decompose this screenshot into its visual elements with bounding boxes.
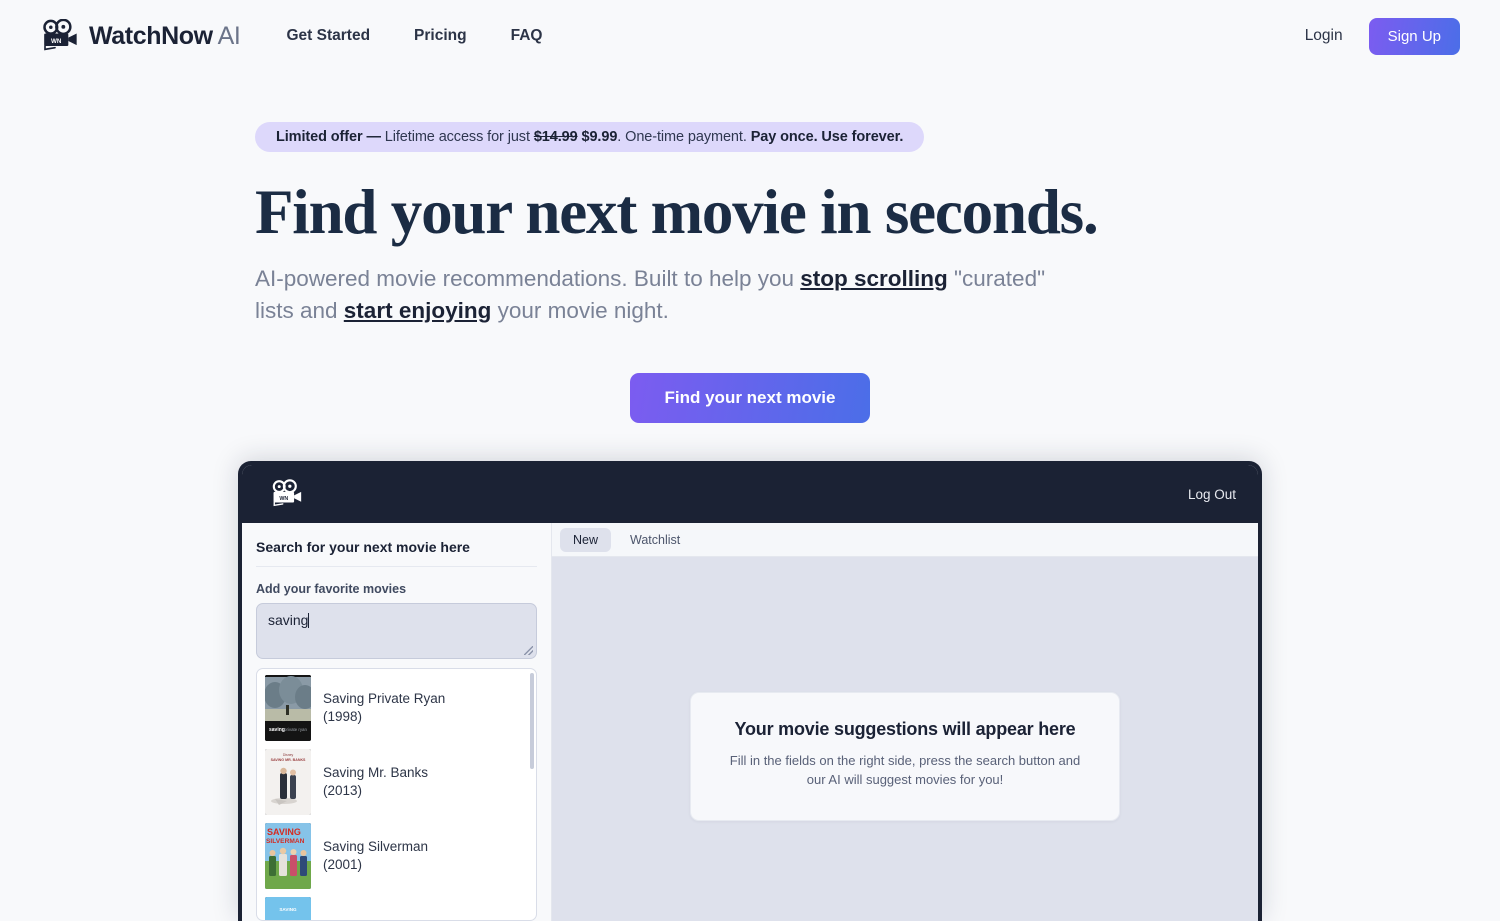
hero-link-start-enjoying[interactable]: start enjoying bbox=[344, 298, 492, 323]
empty-state-description: Fill in the fields on the right side, pr… bbox=[729, 753, 1081, 787]
list-item[interactable]: SAVING bbox=[257, 893, 536, 920]
suggestions-canvas: Your movie suggestions will appear here … bbox=[552, 557, 1258, 921]
svg-text:WN: WN bbox=[279, 496, 288, 502]
list-item[interactable]: saving private ryan Saving Private Ryan … bbox=[257, 669, 536, 745]
hero-link-stop-scrolling[interactable]: stop scrolling bbox=[800, 266, 948, 291]
movie-year: (1998) bbox=[323, 709, 363, 724]
tab-new[interactable]: New bbox=[560, 527, 612, 552]
search-field-label: Add your favorite movies bbox=[256, 582, 407, 596]
offer-lead-text: Lifetime access for just bbox=[384, 129, 530, 145]
svg-text:SILVERMAN: SILVERMAN bbox=[266, 838, 305, 845]
brand-logo-group[interactable]: WN WatchNow AI bbox=[40, 19, 241, 53]
empty-state-card: Your movie suggestions will appear here … bbox=[690, 692, 1120, 821]
app-header-bar: WN Log Out bbox=[242, 465, 1258, 523]
app-preview-window: WN Log Out Search for your next movie he… bbox=[238, 461, 1262, 921]
offer-mid-text: . One-time payment. bbox=[617, 129, 747, 145]
movie-camera-icon: WN bbox=[43, 19, 77, 51]
offer-badge-label: Limited offer bbox=[276, 129, 363, 145]
movie-camera-icon: WN bbox=[272, 479, 302, 507]
sign-up-button[interactable]: Sign Up bbox=[1368, 17, 1460, 55]
movie-poster-saving-private-ryan: saving private ryan bbox=[265, 675, 311, 741]
list-item[interactable]: Disney SAVING MR. BANKS Saving Mr. Banks… bbox=[257, 745, 536, 819]
hero-section: Limited offer — Lifetime access for just… bbox=[0, 72, 1500, 423]
movie-poster-partial: SAVING bbox=[265, 897, 311, 920]
top-navigation-bar: WN WatchNow AI Get Started Pricing FAQ Lo… bbox=[0, 0, 1500, 72]
find-next-movie-button[interactable]: Find your next movie bbox=[629, 372, 871, 423]
movie-suggestion-list: saving private ryan Saving Private Ryan … bbox=[256, 668, 537, 921]
app-sidebar: Search for your next movie here Add your… bbox=[242, 523, 552, 921]
nav-link-pricing[interactable]: Pricing bbox=[414, 27, 467, 45]
hero-sub-part-3: your movie night. bbox=[491, 297, 669, 323]
list-item[interactable]: SAVING SILVERMAN Saving Silverman (2001) bbox=[257, 819, 536, 893]
limited-offer-badge: Limited offer — Lifetime access for just… bbox=[255, 122, 925, 152]
offer-dash: — bbox=[366, 129, 381, 145]
offer-new-price: $9.99 bbox=[581, 129, 618, 145]
list-item-label: Saving Mr. Banks (2013) bbox=[323, 764, 428, 801]
svg-text:SAVING MR. BANKS: SAVING MR. BANKS bbox=[271, 758, 306, 762]
nav-actions: Login Sign Up bbox=[1305, 17, 1460, 55]
movie-title: Saving Silverman bbox=[323, 838, 429, 854]
search-input[interactable]: saving bbox=[256, 603, 537, 659]
movie-year: (2013) bbox=[323, 783, 363, 798]
app-preview-inner: WN Log Out Search for your next movie he… bbox=[242, 465, 1258, 921]
brand-name: WatchNow AI bbox=[89, 21, 241, 50]
svg-text:SAVING: SAVING bbox=[267, 827, 301, 837]
suggestion-list-scrollbar[interactable] bbox=[530, 673, 534, 769]
offer-old-price: $14.99 bbox=[533, 129, 578, 145]
nav-links: Get Started Pricing FAQ bbox=[286, 27, 542, 45]
textarea-resize-handle[interactable] bbox=[524, 646, 533, 655]
log-out-link[interactable]: Log Out bbox=[1188, 487, 1236, 502]
hero-subtitle: AI-powered movie recommendations. Built … bbox=[255, 263, 1055, 327]
page-title: Find your next movie in seconds. bbox=[255, 177, 1099, 247]
search-input-value: saving bbox=[268, 612, 309, 628]
movie-poster-saving-mr-banks: Disney SAVING MR. BANKS bbox=[265, 749, 311, 815]
svg-text:WN: WN bbox=[51, 38, 62, 45]
offer-tail-text: Pay once. Use forever. bbox=[750, 129, 904, 145]
svg-text:SAVING: SAVING bbox=[279, 907, 297, 912]
movie-year: (2001) bbox=[323, 857, 363, 872]
list-item-label: Saving Silverman (2001) bbox=[323, 838, 428, 875]
movie-poster-saving-silverman: SAVING SILVERMAN bbox=[265, 823, 311, 889]
app-main-panel: New Watchlist Your movie suggestions wil… bbox=[552, 523, 1258, 921]
login-link[interactable]: Login bbox=[1305, 27, 1343, 45]
nav-link-get-started[interactable]: Get Started bbox=[286, 27, 370, 45]
app-tab-bar: New Watchlist bbox=[552, 523, 1258, 557]
movie-title: Saving Private Ryan bbox=[323, 690, 446, 706]
text-caret bbox=[308, 613, 310, 628]
nav-link-faq[interactable]: FAQ bbox=[511, 27, 543, 45]
cta-container: Find your next movie bbox=[255, 372, 1245, 423]
tab-watchlist[interactable]: Watchlist bbox=[617, 528, 693, 552]
app-body: Search for your next movie here Add your… bbox=[242, 523, 1258, 921]
svg-text:Disney: Disney bbox=[283, 753, 294, 757]
list-item-label: Saving Private Ryan (1998) bbox=[323, 690, 445, 727]
empty-state-title: Your movie suggestions will appear here bbox=[734, 719, 1076, 739]
movie-title: Saving Mr. Banks bbox=[323, 764, 429, 780]
svg-text:saving: saving bbox=[269, 727, 285, 733]
svg-text:private ryan: private ryan bbox=[284, 727, 307, 732]
hero-sub-part-1: AI-powered movie recommendations. Built … bbox=[255, 265, 801, 291]
sidebar-title: Search for your next movie here bbox=[256, 535, 537, 567]
